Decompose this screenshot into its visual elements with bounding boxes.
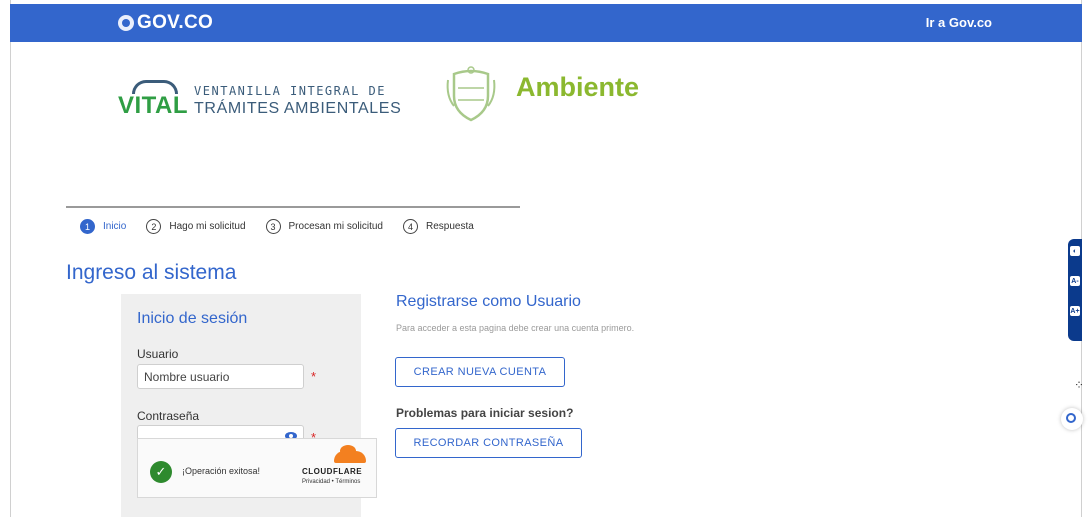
cloudflare-captcha[interactable]: ✓ ¡Operación exitosa! CLOUDFLARE Privaci… [137,438,377,498]
cloudflare-cloud-icon [334,445,366,463]
login-card: Inicio de sesión Usuario Nombre usuario … [121,294,377,517]
step-number: 2 [146,219,162,234]
login-title: Inicio de sesión [137,310,248,327]
coat-of-arms-icon [446,66,496,122]
check-icon: ✓ [150,461,172,483]
required-mark: * [311,369,317,384]
contrast-icon[interactable]: ◐ [1070,246,1080,256]
register-subtitle: Para acceder a esta pagina debe crear un… [396,323,635,333]
step-number: 1 [80,219,95,234]
captcha-status: ¡Operación exitosa! [182,466,261,476]
step-procesan: 3 Procesan mi solicitud [265,219,383,234]
step-inicio: 1 Inicio [80,219,126,234]
vital-tagline-line2: TRÁMITES AMBIENTALES [194,100,402,117]
captcha-links[interactable]: Privacidad • Términos [302,479,360,485]
ministry-name: Ambiente [516,72,640,102]
page-title: Ingreso al sistema [66,261,237,284]
vital-wordmark: VITAL [118,92,189,119]
step-label: Inicio [103,221,127,232]
increase-font-icon[interactable]: A+ [1070,306,1080,316]
step-number: 3 [265,219,281,234]
username-label: Usuario [137,347,179,361]
recover-password-button[interactable]: RECORDAR CONTRASEÑA [395,428,582,458]
step-solicitud: 2 Hago mi solicitud [146,219,246,234]
step-label: Hago mi solicitud [169,221,246,232]
step-label: Respuesta [426,221,474,232]
govco-logo-icon [118,15,134,31]
go-to-govco-link[interactable]: Ir a Gov.co [926,15,992,30]
vital-logo-word: VITAL [118,80,189,119]
create-account-button[interactable]: CREAR NUEVA CUENTA [395,357,565,387]
vital-arc-icon [132,80,178,94]
cloudflare-brand: CLOUDFLARE [302,467,363,476]
register-title: Registrarse como Usuario [396,293,581,310]
vital-logo: VITAL VENTANILLA INTEGRAL DE TRÁMITES AM… [118,78,401,118]
step-label: Procesan mi solicitud [288,221,383,232]
chatbot-icon[interactable] [1061,408,1083,430]
decrease-font-icon[interactable]: A- [1070,276,1080,286]
step-number: 4 [403,219,418,234]
vital-tagline: VENTANILLA INTEGRAL DE TRÁMITES AMBIENTA… [194,82,401,118]
accessibility-toolbar: ◐ A- A+ [1068,239,1082,341]
login-problems-text: Problemas para iniciar sesion? [396,406,574,420]
password-label: Contraseña [137,409,200,423]
gov-header: GOV.CO Ir a Gov.co [10,4,1082,42]
govco-logo[interactable]: GOV.CO [118,12,213,34]
username-input[interactable]: Nombre usuario [137,364,304,389]
progress-steps: 1 Inicio 2 Hago mi solicitud 3 Procesan … [80,219,494,234]
grid-menu-icon[interactable]: ⁘ [1072,378,1086,392]
step-respuesta: 4 Respuesta [403,219,474,234]
vital-tagline-line1: VENTANILLA INTEGRAL DE [194,84,386,98]
steps-divider [66,206,520,208]
govco-logo-text: GOV.CO [137,12,214,33]
